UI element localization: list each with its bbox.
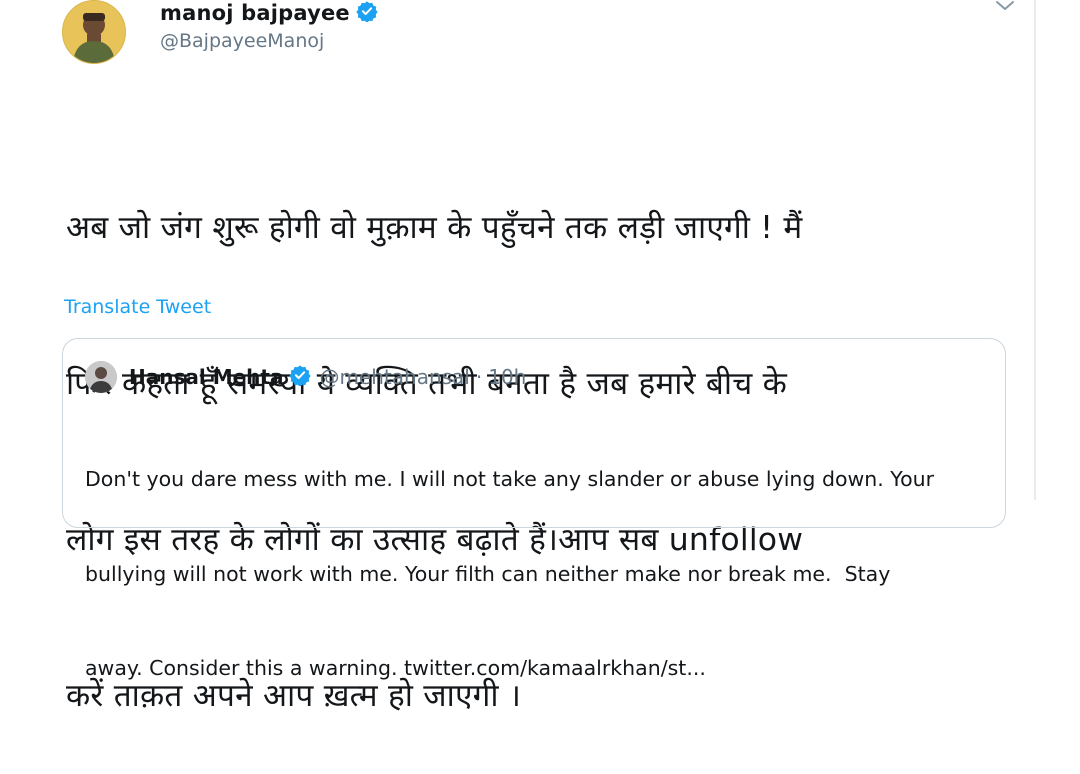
tweet-header: manoj bajpayee @BajpayeeManoj (62, 0, 1022, 70)
verified-badge-icon (289, 364, 312, 390)
verified-badge-icon (356, 0, 378, 26)
quoted-author-avatar[interactable] (85, 361, 117, 393)
quoted-tweet-text: Don't you dare mess with me. I will not … (85, 401, 995, 748)
quoted-tweet-header: Hansal Mehta @mehtahansal · 10h (85, 361, 526, 393)
quoted-text-line: Don't you dare mess with me. I will not … (85, 467, 935, 491)
translate-tweet-link[interactable]: Translate Tweet (64, 296, 211, 318)
chevron-down-icon[interactable] (994, 0, 1016, 12)
quoted-author-handle[interactable]: @mehtahansal (319, 365, 469, 389)
quoted-text-line: bullying will not work with me. Your fil… (85, 561, 891, 586)
quoted-tweet-time[interactable]: 10h (488, 365, 526, 389)
quoted-text-line: away. Consider this a warning. twitter.c… (85, 656, 706, 680)
author-avatar[interactable] (62, 0, 126, 64)
author-handle[interactable]: @BajpayeeManoj (160, 30, 378, 52)
quoted-author-name[interactable]: Hansal Mehta (129, 365, 283, 389)
separator-dot: · (475, 365, 483, 389)
author-display-name[interactable]: manoj bajpayee (160, 1, 350, 25)
timeline-divider (1034, 0, 1036, 500)
tweet-text-line: अब जो जंग शुरू होगी वो मुक़ाम के पहुँचने… (66, 210, 803, 246)
author-names: manoj bajpayee @BajpayeeManoj (160, 0, 378, 52)
